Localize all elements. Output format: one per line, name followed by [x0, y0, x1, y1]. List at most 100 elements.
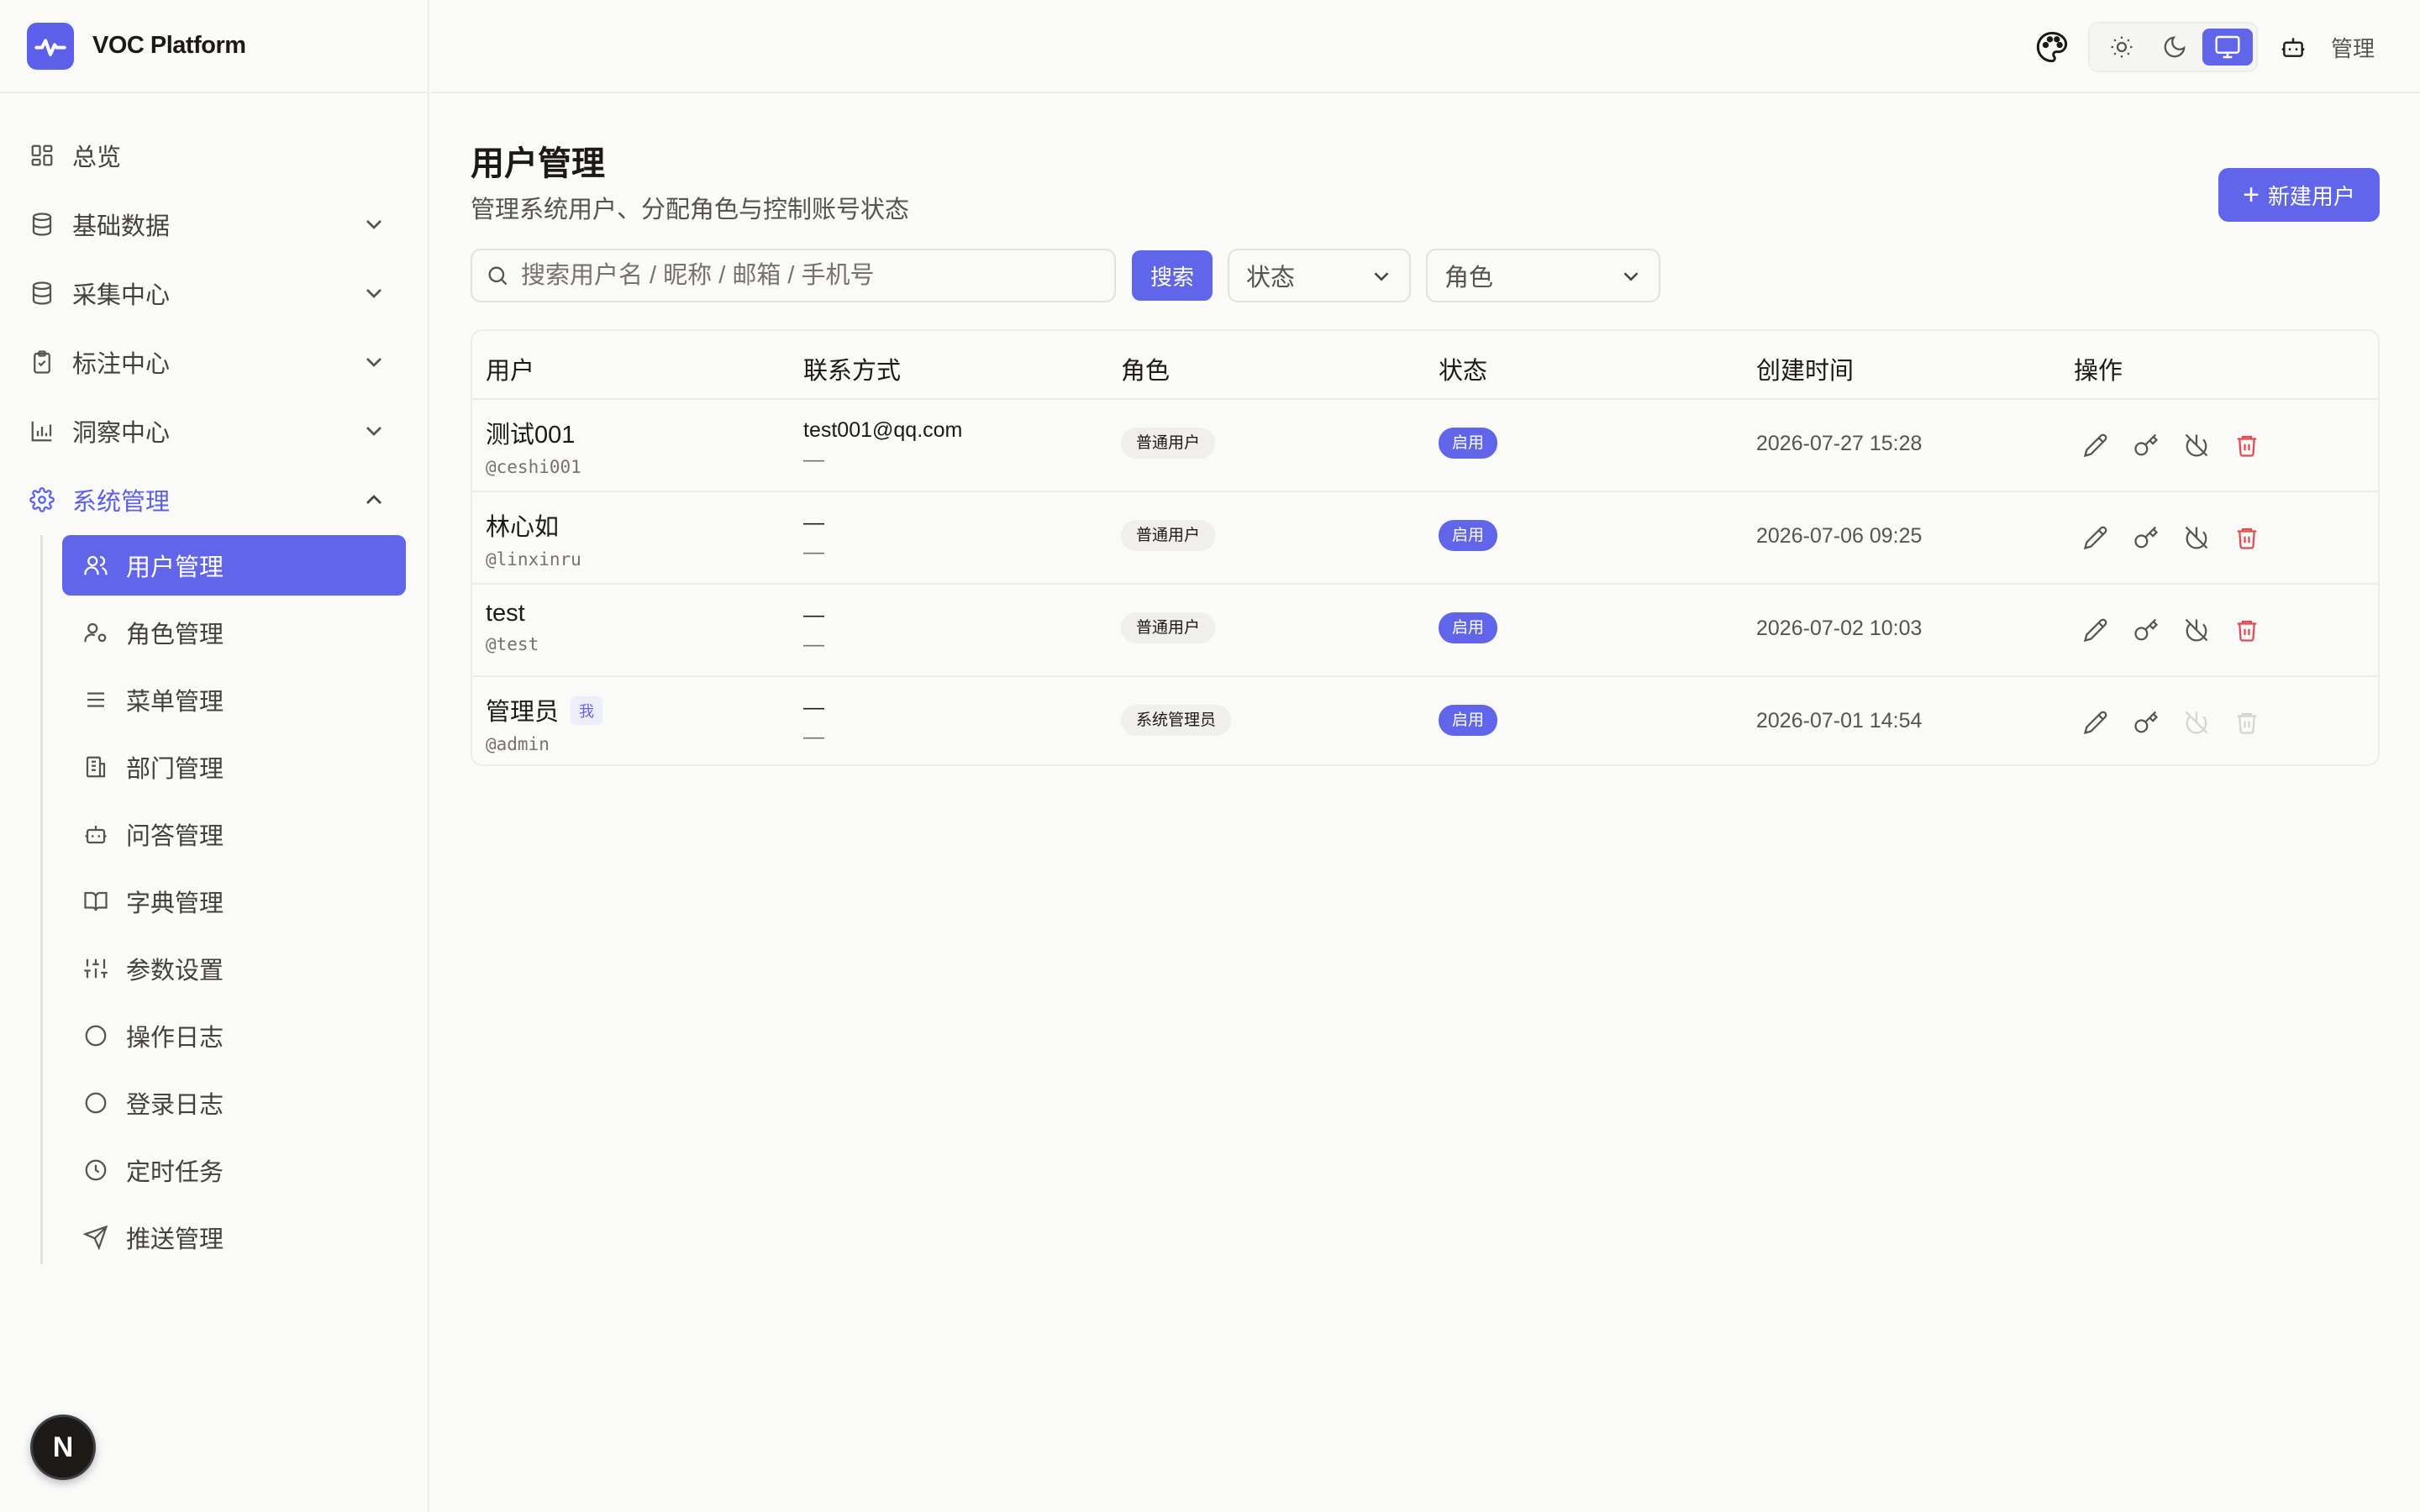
status-badge: 启用 [1439, 428, 1498, 459]
sun-icon [2111, 36, 2133, 58]
dashboard-icon [29, 142, 55, 169]
status-select[interactable]: 状态 [1228, 249, 1411, 302]
sliders-icon [82, 955, 109, 982]
sidebar-item-menus[interactable]: 菜单管理 [62, 669, 406, 730]
disable-icon[interactable] [2181, 430, 2212, 460]
system-theme-button[interactable] [2202, 29, 2253, 66]
sidebar-item-label: 基础数据 [72, 213, 171, 240]
monitor-icon [2215, 35, 2240, 59]
created-time: 2026-07-01 14:54 [1756, 709, 1923, 732]
new-user-label: 新建用户 [2267, 183, 2355, 209]
chevron-down-icon [366, 220, 381, 229]
contact-cell: — — [803, 511, 824, 564]
delete-icon[interactable] [2232, 615, 2262, 645]
role-badge: 系统管理员 [1121, 705, 1232, 736]
sidebar-item-basic-data[interactable]: 基础数据 [29, 191, 406, 258]
table-body: 测试001 @ceshi001 test001@qq.com — 普通用户 启用 2026-… [472, 400, 2378, 764]
chevron-down-icon [366, 358, 381, 367]
role-cell: 普通用户 [1121, 428, 1216, 459]
sidebar-item-label: 系统管理 [72, 489, 171, 516]
user-handle: @linxinru [486, 549, 581, 570]
contact-cell: test001@qq.com — [803, 418, 962, 472]
bot-icon [82, 821, 109, 848]
key-icon[interactable] [2131, 615, 2161, 645]
dark-theme-button[interactable] [2149, 29, 2200, 66]
user-name: test [486, 600, 525, 627]
sidebar-item-insight[interactable]: 洞察中心 [29, 397, 406, 465]
delete-icon[interactable] [2232, 522, 2262, 553]
key-icon[interactable] [2131, 522, 2161, 553]
sidebar-item-roles[interactable]: 角色管理 [62, 602, 406, 663]
table-row: 测试001 @ceshi001 test001@qq.com — 普通用户 启用 2026-… [472, 400, 2378, 492]
sidebar-item-scheduled[interactable]: 定时任务 [62, 1140, 406, 1200]
sidebar-item-annotation[interactable]: 标注中心 [29, 328, 406, 396]
bar-chart-icon [29, 417, 55, 444]
database-icon [29, 211, 55, 238]
theme-switcher [2088, 22, 2258, 72]
sidebar-item-users[interactable]: 用户管理 [62, 535, 406, 596]
search-field[interactable] [471, 249, 1116, 302]
sidebar-item-collection[interactable]: 采集中心 [29, 260, 406, 327]
edit-icon[interactable] [2081, 615, 2111, 645]
user-phone: — [803, 725, 824, 748]
clock-icon [82, 1157, 109, 1184]
building-icon [82, 753, 109, 780]
search-button[interactable]: 搜索 [1132, 250, 1213, 301]
sidebar-item-overview[interactable]: 总览 [29, 122, 406, 189]
disable-icon[interactable] [2181, 522, 2212, 553]
contact-cell: — — [803, 696, 824, 749]
status-cell: 启用 [1439, 705, 1498, 736]
nextjs-devtools-icon[interactable]: N [30, 1415, 96, 1480]
avatar[interactable]: 管理 [2329, 27, 2376, 67]
status-cell: 启用 [1439, 612, 1498, 643]
sidebar-item-label: 洞察中心 [72, 420, 171, 447]
circle-icon [82, 1022, 109, 1049]
search-input[interactable] [521, 261, 1092, 290]
user-email: — [803, 603, 824, 627]
palette-icon[interactable] [2035, 30, 2069, 64]
sidebar-item-departments[interactable]: 部门管理 [62, 737, 406, 797]
brand[interactable]: VOC Platform [0, 0, 428, 93]
sidebar-item-label: 采集中心 [72, 282, 171, 309]
table-row: 林心如 @linxinru — — 普通用户 启用 2026-07-06 09:25 [472, 492, 2378, 585]
bot-icon[interactable] [2276, 30, 2310, 64]
role-badge: 普通用户 [1121, 612, 1216, 643]
edit-icon[interactable] [2081, 522, 2111, 553]
disable-icon[interactable] [2181, 615, 2212, 645]
status-badge: 启用 [1439, 520, 1498, 551]
role-cell: 系统管理员 [1121, 705, 1232, 736]
sidebar-item-push[interactable]: 推送管理 [62, 1207, 406, 1268]
light-theme-button[interactable] [2096, 29, 2147, 66]
role-select[interactable]: 角色 [1426, 249, 1660, 302]
page-title: 用户管理 [471, 145, 605, 182]
users-table: 用户 联系方式 角色 状态 创建时间 操作 测试001 @ceshi001 test… [471, 329, 2380, 766]
sidebar-item-login-log[interactable]: 登录日志 [62, 1073, 406, 1133]
delete-icon[interactable] [2232, 430, 2262, 460]
chevron-up-icon [366, 495, 381, 504]
sidebar-item-op-log[interactable]: 操作日志 [62, 1005, 406, 1066]
column-header: 联系方式 [803, 358, 902, 385]
user-name: 管理员 [486, 699, 560, 726]
column-header: 状态 [1439, 358, 1488, 385]
status-select-value: 状态 [1246, 265, 1296, 291]
key-icon[interactable] [2131, 430, 2161, 460]
table-header: 用户 联系方式 角色 状态 创建时间 操作 [472, 331, 2378, 400]
sidebar-item-label: 菜单管理 [126, 689, 224, 716]
system-subnav: 用户管理 角色管理 菜单管理 部门管理 问答管理 字典管理 参数设置 操作日志 … [40, 535, 428, 1268]
sidebar-item-system[interactable]: 系统管理 [29, 466, 406, 533]
sidebar-item-qa[interactable]: 问答管理 [62, 804, 406, 864]
sidebar-item-params[interactable]: 参数设置 [62, 938, 406, 999]
book-icon [82, 888, 109, 915]
plus-icon: + [2243, 179, 2260, 211]
user-phone: — [803, 540, 824, 564]
status-cell: 启用 [1439, 428, 1498, 459]
user-cell: 测试001 @ceshi001 [486, 415, 581, 477]
sidebar-item-dictionary[interactable]: 字典管理 [62, 871, 406, 932]
new-user-button[interactable]: + 新建用户 [2218, 168, 2380, 222]
user-email: test001@qq.com [803, 418, 963, 442]
sidebar: VOC Platform 总览 基础数据 采集中心 标注中心 洞察中心 系统管理… [0, 0, 429, 1512]
status-badge: 启用 [1439, 612, 1498, 643]
user-phone: — [803, 633, 824, 656]
edit-icon[interactable] [2081, 430, 2111, 460]
sidebar-item-label: 问答管理 [126, 823, 224, 850]
